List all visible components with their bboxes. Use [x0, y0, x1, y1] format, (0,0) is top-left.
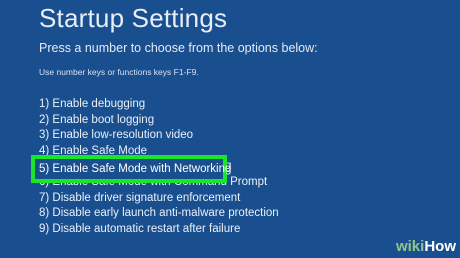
wikihow-watermark: wikiHow: [396, 238, 456, 256]
selected-option-label: 5) Enable Safe Mode with Networking: [39, 162, 232, 175]
watermark-wiki-text: wiki: [395, 238, 425, 255]
instruction-text: Press a number to choose from the option…: [39, 41, 318, 55]
option-enable-debugging[interactable]: 1) Enable debugging: [39, 97, 279, 113]
hint-text: Use number keys or functions keys F1-F9.: [39, 67, 199, 77]
option-disable-automatic-restart[interactable]: 9) Disable automatic restart after failu…: [39, 222, 279, 238]
watermark-how-text: How: [424, 238, 456, 255]
option-disable-early-launch-anti-malware[interactable]: 8) Disable early launch anti-malware pro…: [39, 206, 279, 222]
selected-option-highlight[interactable]: 5) Enable Safe Mode with Networking: [31, 155, 231, 183]
page-title: Startup Settings: [39, 3, 228, 33]
option-enable-boot-logging[interactable]: 2) Enable boot logging: [39, 113, 279, 129]
option-disable-driver-signature-enforcement[interactable]: 7) Disable driver signature enforcement: [39, 191, 279, 207]
option-enable-low-resolution-video[interactable]: 3) Enable low-resolution video: [39, 128, 279, 144]
